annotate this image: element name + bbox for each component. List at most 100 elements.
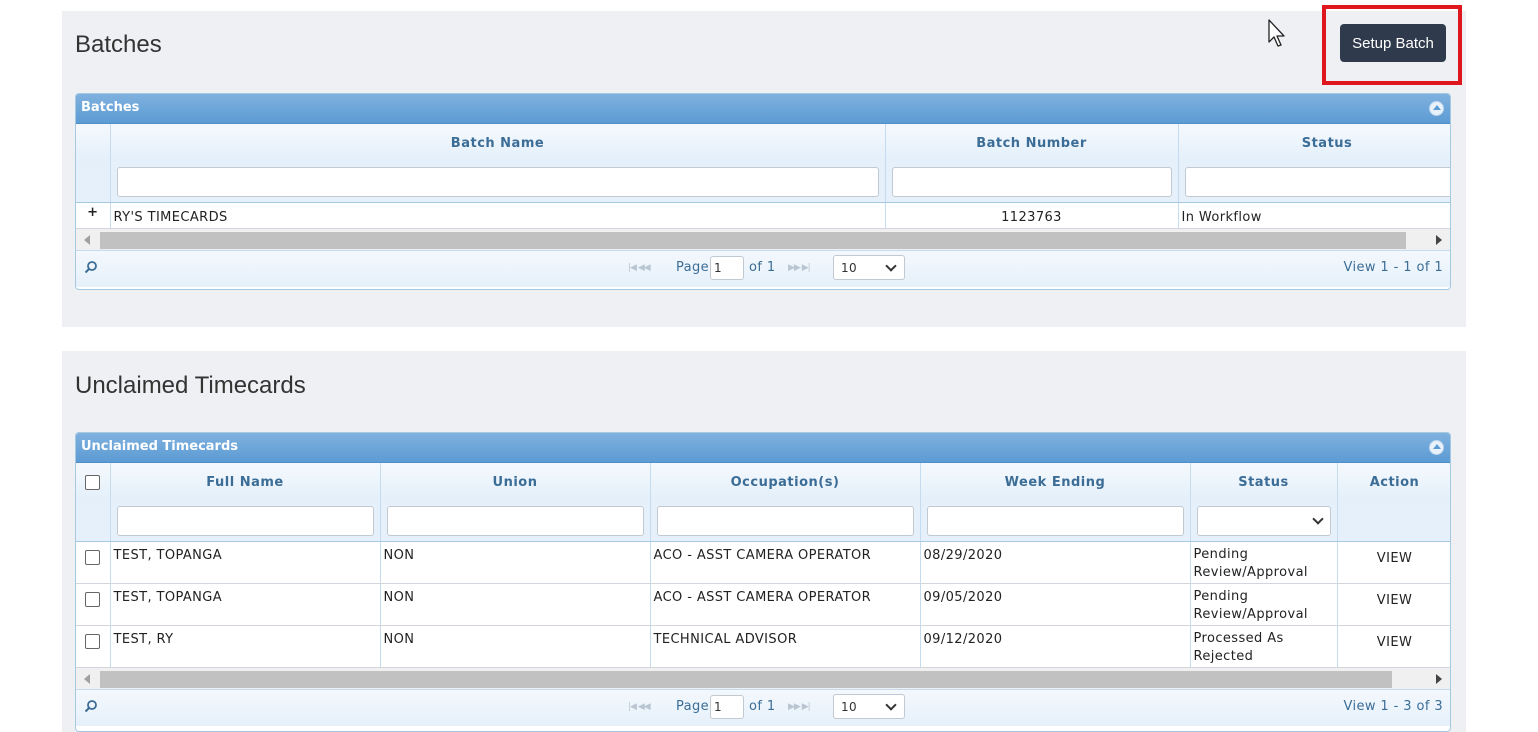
occupation-cell: ACO - ASST CAMERA OPERATOR (650, 541, 921, 584)
column-header-batch-number[interactable]: Batch Number (885, 124, 1179, 162)
status-line-1: Processed As (1193, 630, 1284, 646)
filter-cell-full-name (110, 501, 381, 542)
page-number-input[interactable]: 1 (710, 255, 744, 280)
status-filter-select[interactable] (1184, 166, 1450, 197)
column-header-status[interactable]: Status (1190, 463, 1338, 501)
union-filter-input[interactable] (386, 505, 644, 536)
select-all-checkbox[interactable] (85, 474, 101, 490)
search-icon[interactable] (84, 260, 98, 274)
horizontal-scrollbar[interactable] (76, 667, 1450, 690)
page-label: Page (676, 698, 710, 714)
status-line-2: Review/Approval (1193, 606, 1308, 622)
week-ending-cell: 09/12/2020 (920, 625, 1191, 668)
filter-cell-batch-number (885, 162, 1179, 203)
view-summary: View 1 - 1 of 1 (1343, 259, 1443, 275)
scroll-left-arrow-icon[interactable] (84, 234, 90, 245)
week-ending-cell: 09/05/2020 (920, 583, 1191, 626)
scroll-right-arrow-icon[interactable] (1436, 234, 1442, 245)
next-last-page-icon[interactable]: ▶▶ ▶| (788, 263, 811, 273)
full-name-filter-input[interactable] (116, 505, 374, 536)
first-prev-page-icon[interactable]: |◀ ◀◀ (628, 263, 651, 273)
status-line-2: Review/Approval (1193, 564, 1308, 580)
filter-cell-action (1337, 501, 1450, 542)
unclaimed-timecards-panel: Unclaimed Timecards Unclaimed Timecards … (62, 351, 1466, 732)
page-number-input[interactable]: 1 (710, 694, 744, 719)
unclaimed-pager: |◀ ◀◀ Page 1 of 1 ▶▶ ▶| 10 View 1 - 3 of… (76, 689, 1450, 726)
column-header-full-name[interactable]: Full Name (110, 463, 381, 501)
batches-panel: Batches Setup Batch Batches Batch Name B… (62, 5, 1466, 327)
first-prev-page-icon[interactable]: |◀ ◀◀ (628, 702, 651, 712)
batches-filter-row (76, 162, 1450, 203)
filter-cell-union (380, 501, 651, 542)
full-name-cell: TEST, TOPANGA (110, 541, 381, 584)
status-cell: Processed As Rejected (1190, 625, 1338, 668)
scrollbar-thumb[interactable] (100, 670, 1392, 688)
filter-cell-status (1190, 501, 1338, 542)
union-cell: NON (380, 583, 651, 626)
chevron-down-icon (885, 698, 897, 711)
full-name-cell: TEST, TOPANGA (110, 583, 381, 626)
page-size-select[interactable]: 10 (833, 693, 905, 719)
row-checkbox[interactable] (85, 549, 101, 565)
full-name-cell: TEST, RY (110, 625, 381, 668)
unclaimed-grid: Unclaimed Timecards Full Name Union Occu… (75, 432, 1451, 732)
batches-grid: Batches Batch Name Batch Number Status +… (75, 93, 1451, 290)
column-header-batch-name[interactable]: Batch Name (110, 124, 886, 162)
page-of-label: of 1 (749, 698, 776, 714)
table-row[interactable]: + RY'S TIMECARDS 1123763 In Workflow (76, 202, 1450, 229)
page-label: Page (676, 259, 710, 275)
column-header-status[interactable]: Status (1178, 124, 1450, 162)
setup-batch-button[interactable]: Setup Batch (1340, 24, 1446, 62)
scrollbar-thumb[interactable] (100, 231, 1406, 249)
batch-name-cell[interactable]: RY'S TIMECARDS (110, 202, 886, 229)
unclaimed-section-title: Unclaimed Timecards (75, 372, 306, 399)
select-all-header (76, 463, 111, 501)
column-header-union[interactable]: Union (380, 463, 651, 501)
filter-cell-occupation (650, 501, 921, 542)
scroll-right-arrow-icon[interactable] (1436, 673, 1442, 684)
column-header-week-ending[interactable]: Week Ending (920, 463, 1191, 501)
unclaimed-table: Full Name Union Occupation(s) Week Endin… (76, 463, 1450, 668)
search-icon[interactable] (84, 699, 98, 713)
page-size-select[interactable]: 10 (833, 254, 905, 280)
batches-grid-caption: Batches (81, 100, 140, 115)
row-select-cell (76, 541, 111, 584)
table-row[interactable]: TEST, TOPANGA NON ACO - ASST CAMERA OPER… (76, 541, 1450, 584)
next-last-page-icon[interactable]: ▶▶ ▶| (788, 702, 811, 712)
filter-cell-batch-name (110, 162, 886, 203)
batches-grid-titlebar: Batches (76, 94, 1450, 124)
occupation-cell: ACO - ASST CAMERA OPERATOR (650, 583, 921, 626)
expand-row-icon[interactable]: + (76, 202, 111, 229)
status-filter-select[interactable] (1196, 505, 1331, 536)
batches-section-title: Batches (75, 31, 162, 58)
batch-status-cell: In Workflow (1178, 202, 1450, 229)
status-line-2: Rejected (1193, 648, 1254, 664)
filter-spacer (76, 162, 111, 203)
collapse-icon[interactable] (1429, 101, 1444, 116)
view-link[interactable]: VIEW (1337, 625, 1450, 668)
scroll-left-arrow-icon[interactable] (84, 673, 90, 684)
page-size-value: 10 (841, 699, 858, 714)
batch-number-filter-input[interactable] (891, 166, 1172, 197)
view-link[interactable]: VIEW (1337, 583, 1450, 626)
column-header-action: Action (1337, 463, 1450, 501)
week-ending-filter-input[interactable] (926, 505, 1184, 536)
table-row[interactable]: TEST, TOPANGA NON ACO - ASST CAMERA OPER… (76, 583, 1450, 626)
unclaimed-grid-titlebar: Unclaimed Timecards (76, 433, 1450, 463)
occupation-filter-input[interactable] (656, 505, 914, 536)
table-row[interactable]: TEST, RY NON TECHNICAL ADVISOR 09/12/202… (76, 625, 1450, 668)
chevron-down-icon (885, 259, 897, 272)
unclaimed-header-row: Full Name Union Occupation(s) Week Endin… (76, 463, 1450, 501)
row-checkbox[interactable] (85, 633, 101, 649)
row-checkbox[interactable] (85, 591, 101, 607)
collapse-icon[interactable] (1429, 440, 1444, 455)
batch-name-filter-input[interactable] (116, 166, 879, 197)
batches-header-row: Batch Name Batch Number Status (76, 124, 1450, 162)
unclaimed-grid-caption: Unclaimed Timecards (81, 439, 239, 454)
mouse-cursor-icon (1268, 19, 1285, 47)
unclaimed-filter-row (76, 501, 1450, 542)
view-link[interactable]: VIEW (1337, 541, 1450, 584)
horizontal-scrollbar[interactable] (76, 228, 1450, 251)
batches-table: Batch Name Batch Number Status + RY'S TI… (76, 124, 1450, 229)
column-header-occupation[interactable]: Occupation(s) (650, 463, 921, 501)
